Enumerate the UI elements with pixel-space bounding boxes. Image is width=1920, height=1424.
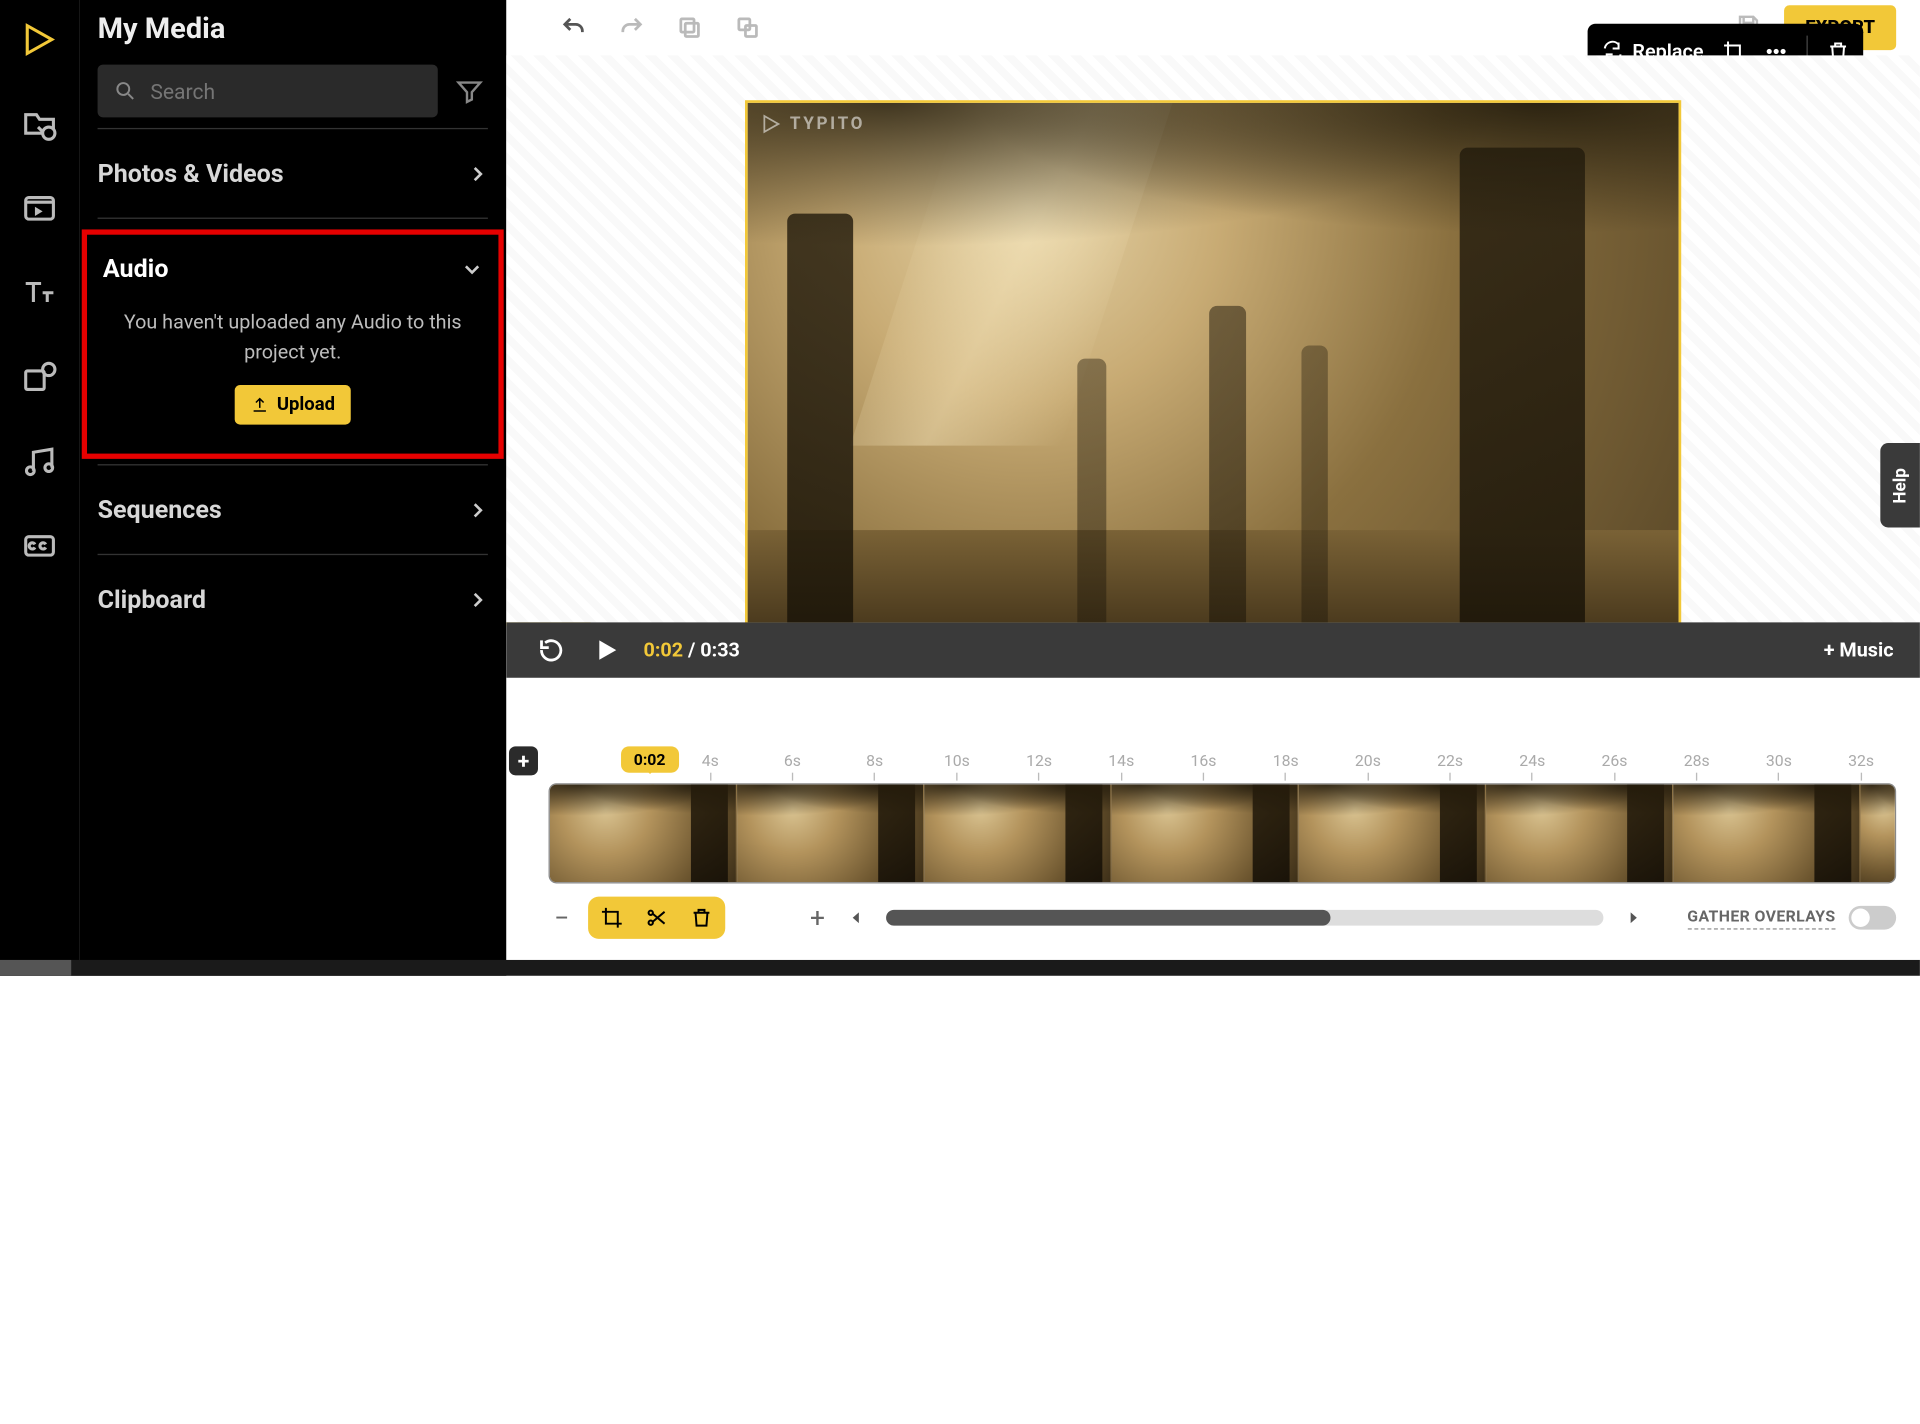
gather-overlays-toggle[interactable] bbox=[1849, 906, 1896, 930]
ruler-tick: 20s bbox=[1355, 752, 1381, 781]
ruler-tick: 4s bbox=[702, 752, 719, 781]
ruler-tick: 32s bbox=[1848, 752, 1874, 781]
zoom-in-button[interactable]: + bbox=[804, 902, 830, 934]
chevron-right-icon bbox=[467, 499, 488, 520]
captions-icon[interactable] bbox=[18, 525, 60, 567]
panel-title: My Media bbox=[98, 13, 488, 46]
ruler-tick: 18s bbox=[1273, 752, 1299, 781]
undo-button[interactable] bbox=[554, 8, 594, 48]
ruler-tick: 14s bbox=[1108, 752, 1134, 781]
window-scrollbar[interactable] bbox=[0, 960, 1920, 976]
search-input-wrap[interactable] bbox=[98, 65, 438, 118]
timeline-ruler[interactable]: 0:02 4s6s8s10s12s14s16s18s20s22s24s26s28… bbox=[549, 752, 1897, 781]
templates-icon[interactable] bbox=[18, 187, 60, 229]
media-panel: My Media Photos & Videos Audio You haven… bbox=[79, 0, 506, 976]
video-track[interactable] bbox=[549, 783, 1897, 883]
ruler-tick: 8s bbox=[866, 752, 883, 781]
chevron-right-icon bbox=[467, 589, 488, 610]
help-tab[interactable]: Help bbox=[1880, 443, 1920, 527]
ruler-tick: 30s bbox=[1766, 752, 1792, 781]
section-clipboard[interactable]: Clipboard bbox=[98, 566, 488, 633]
search-icon bbox=[113, 79, 137, 103]
nav-rail bbox=[0, 0, 79, 976]
redo-button[interactable] bbox=[612, 8, 652, 48]
audio-empty-message: You haven't uploaded any Audio to this p… bbox=[98, 302, 488, 385]
ruler-tick: 16s bbox=[1190, 752, 1216, 781]
add-music-button[interactable]: + Music bbox=[1824, 638, 1894, 662]
chevron-right-icon bbox=[467, 163, 488, 184]
watermark: TYPITO bbox=[761, 113, 865, 134]
text-icon[interactable] bbox=[18, 272, 60, 314]
video-preview[interactable]: TYPITO bbox=[745, 100, 1681, 625]
play-button[interactable] bbox=[588, 632, 625, 669]
preview-area: TYPITO bbox=[506, 55, 1920, 677]
logo-icon[interactable] bbox=[18, 18, 60, 60]
timeline-tools: − + GATHER OVERLAYS bbox=[549, 897, 1897, 939]
restart-button[interactable] bbox=[533, 632, 570, 669]
scroll-left-button[interactable] bbox=[844, 906, 868, 930]
zoom-out-button[interactable]: − bbox=[549, 905, 575, 931]
search-input[interactable] bbox=[150, 78, 422, 103]
ruler-tick: 26s bbox=[1602, 752, 1628, 781]
ruler-tick: 6s bbox=[784, 752, 801, 781]
gather-overlays-button[interactable]: GATHER OVERLAYS bbox=[1687, 907, 1835, 929]
section-audio[interactable]: Audio bbox=[98, 235, 488, 302]
ruler-tick: 10s bbox=[944, 752, 970, 781]
time-display: 0:02 / 0:33 bbox=[643, 638, 739, 662]
chevron-down-icon bbox=[462, 258, 483, 279]
timeline: + 0:02 4s 6s 8s 10s 12s 14s 16s 18s 20s 22s 24s 26s… bbox=[506, 738, 1920, 975]
upload-icon bbox=[250, 396, 268, 414]
scroll-right-button[interactable] bbox=[1621, 906, 1645, 930]
ruler-tick: 12s bbox=[1026, 752, 1052, 781]
timeline-scrollbar[interactable] bbox=[886, 910, 1603, 926]
crop-tool[interactable] bbox=[599, 905, 625, 931]
delete-tool[interactable] bbox=[688, 905, 714, 931]
music-icon[interactable] bbox=[18, 440, 60, 482]
section-sequences[interactable]: Sequences bbox=[98, 476, 488, 543]
add-track-button[interactable]: + bbox=[509, 746, 538, 775]
ruler-tick: 24s bbox=[1519, 752, 1545, 781]
copy-style-button[interactable] bbox=[728, 8, 768, 48]
ruler-tick: 28s bbox=[1684, 752, 1710, 781]
editor-main: EXPORT Replace TYPITO bbox=[506, 0, 1920, 976]
highlight-annotation: Audio You haven't uploaded any Audio to … bbox=[82, 229, 504, 458]
playhead-label: 0:02 bbox=[621, 746, 679, 772]
filter-button[interactable] bbox=[451, 73, 488, 110]
elements-icon[interactable] bbox=[18, 356, 60, 398]
split-tool[interactable] bbox=[643, 905, 669, 931]
player-controls: 0:02 / 0:33 + Music bbox=[506, 622, 1920, 677]
import-icon[interactable] bbox=[18, 103, 60, 145]
section-photos-videos[interactable]: Photos & Videos bbox=[98, 140, 488, 207]
ruler-tick: 22s bbox=[1437, 752, 1463, 781]
duplicate-button[interactable] bbox=[670, 8, 710, 48]
upload-button[interactable]: Upload bbox=[235, 385, 351, 425]
